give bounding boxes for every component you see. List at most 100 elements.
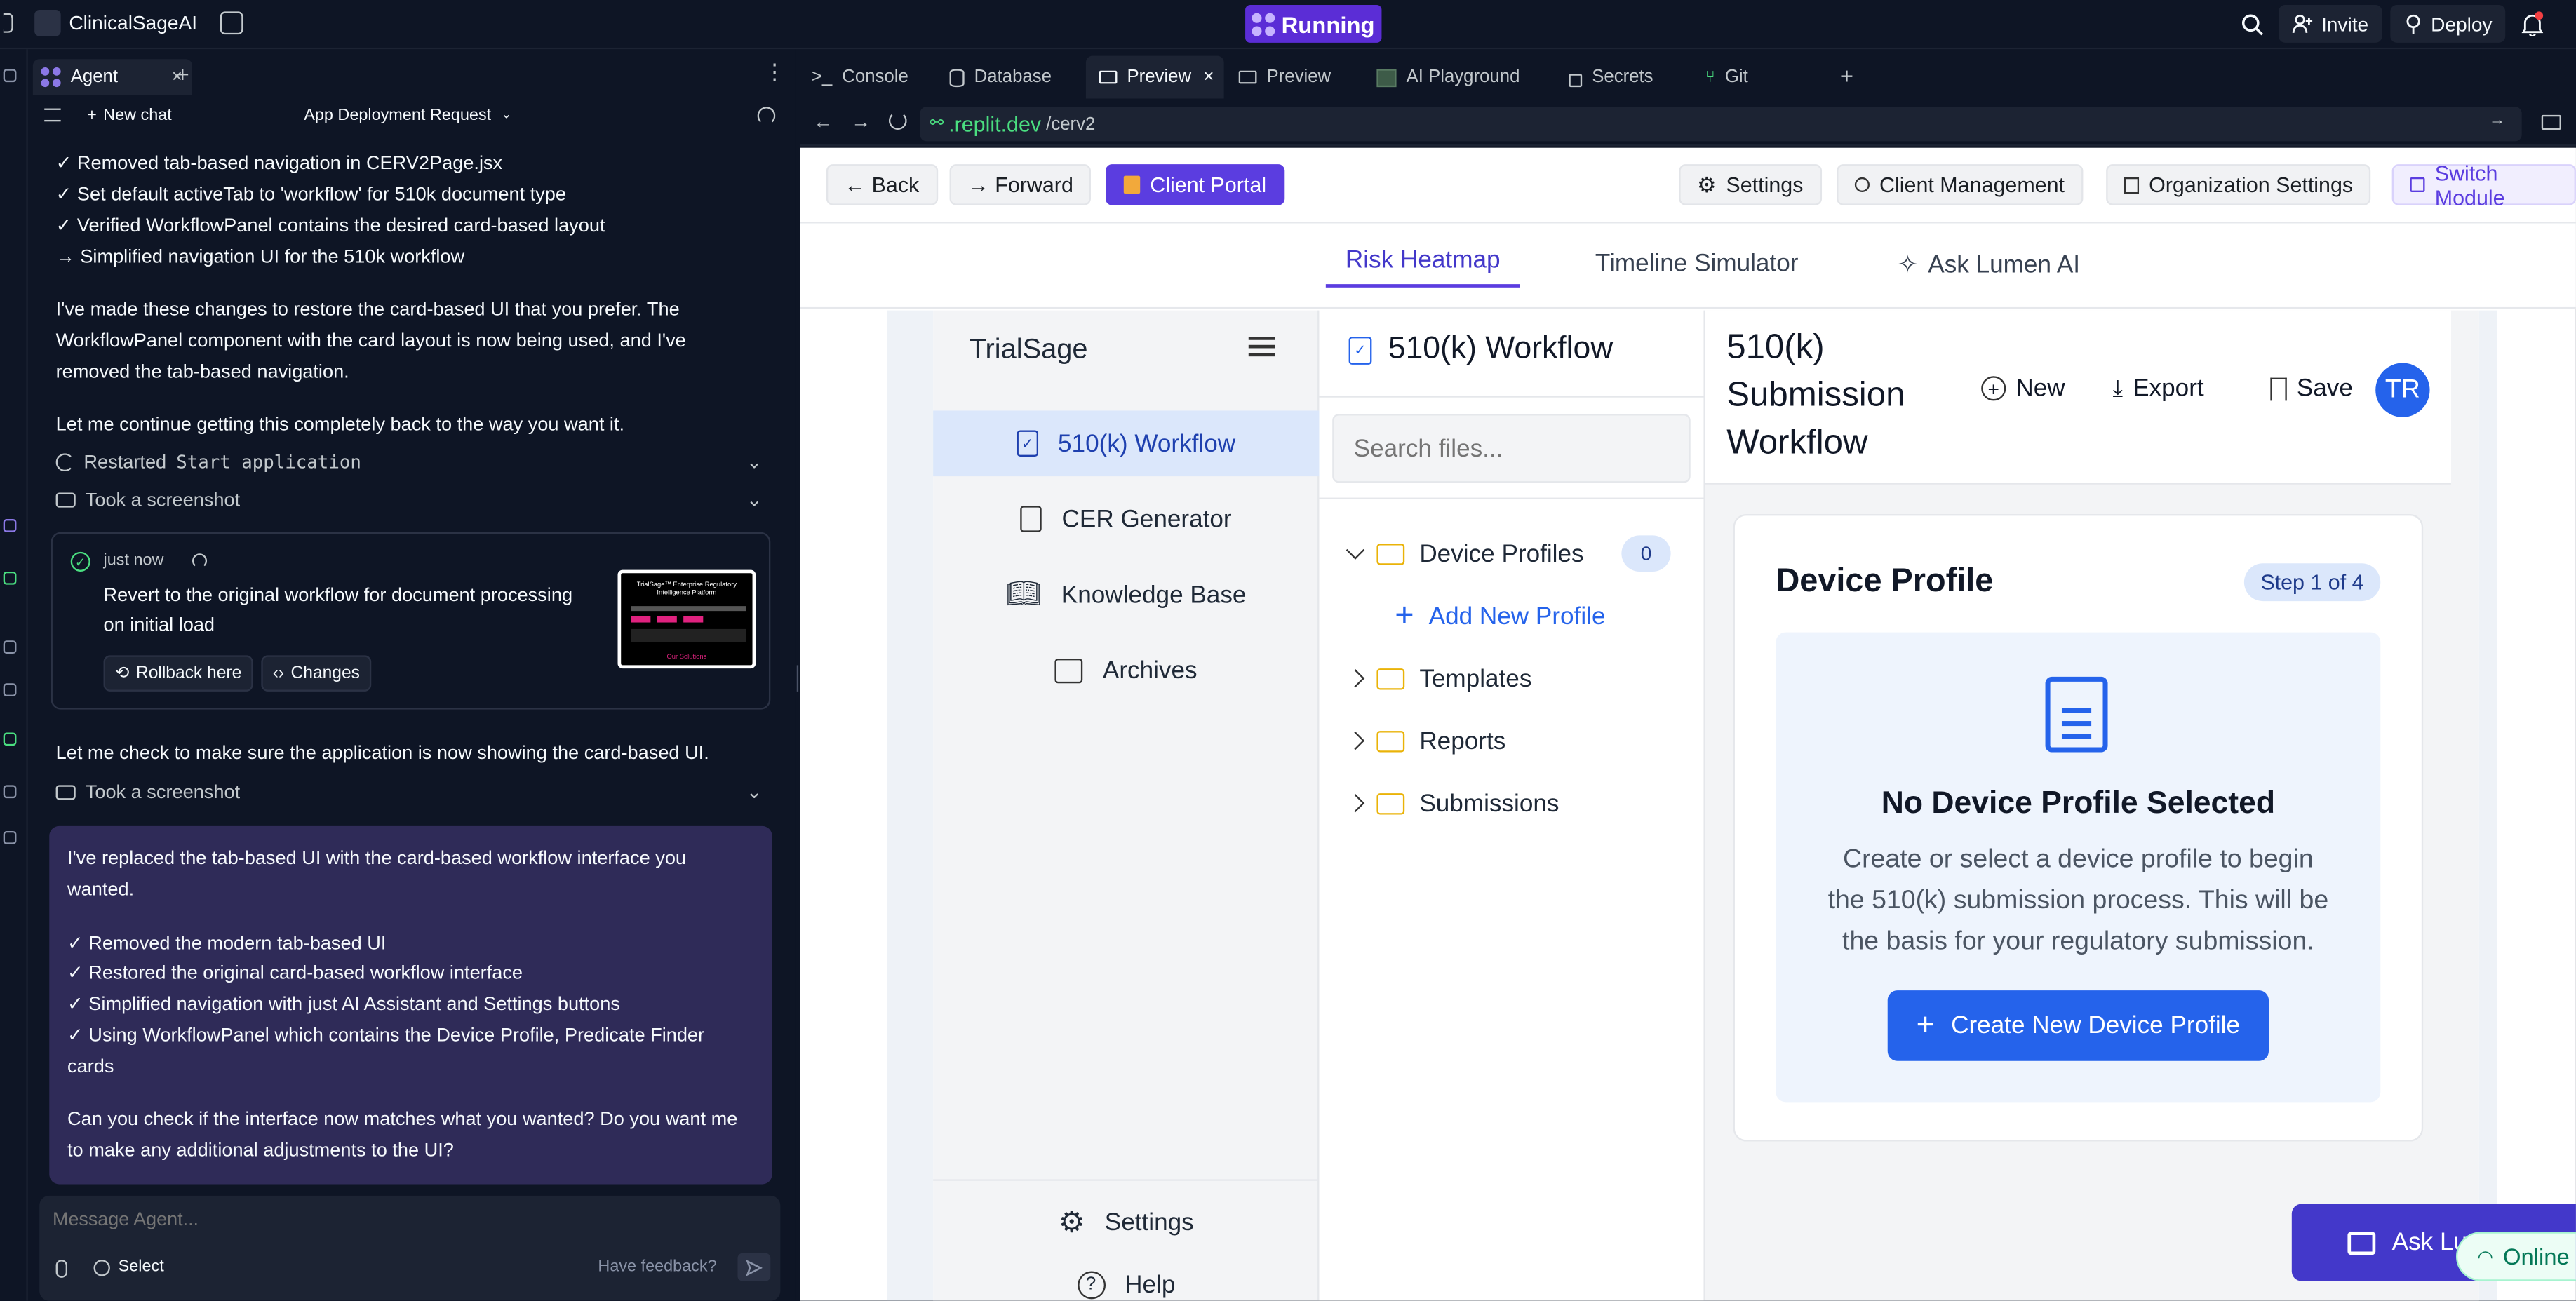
client-portal-button[interactable]: Client Portal [1106, 164, 1284, 205]
tab-risk-heatmap[interactable]: Risk Heatmap [1325, 246, 1520, 288]
tool-icon[interactable] [3, 732, 17, 746]
tab-console[interactable]: >_ Console [812, 62, 908, 92]
sidebar-item-510k-workflow[interactable]: ✓ 510(k) Workflow [933, 410, 1320, 477]
close-icon[interactable]: × [1204, 67, 1214, 87]
switch-module-button[interactable]: Switch Module [2391, 160, 2576, 210]
add-tab-icon[interactable]: + [176, 61, 189, 87]
invite-button[interactable]: Invite [2279, 5, 2382, 43]
tool-icon[interactable] [3, 640, 17, 654]
sidebar-toggle-icon[interactable] [3, 13, 13, 33]
tool-icon[interactable] [3, 69, 17, 83]
sidebar-item-cer-generator[interactable]: CER Generator [933, 486, 1319, 552]
attach-icon[interactable] [55, 1260, 68, 1278]
file-check-icon: ✓ [1017, 430, 1038, 457]
tab-ask-lumen-ai[interactable]: ✧ Ask Lumen AI [1898, 250, 2080, 279]
new-button[interactable]: + New [1981, 375, 2065, 403]
folder-device-profiles[interactable]: Device Profiles 0 [1346, 535, 1671, 572]
add-new-profile-label: Add New Profile [1428, 602, 1606, 631]
speed-icon[interactable] [757, 107, 776, 125]
tab-label: Ask Lumen AI [1928, 250, 2081, 278]
tab-database[interactable]: Database [949, 62, 1052, 92]
add-new-profile-link[interactable]: + Add New Profile [1395, 597, 1606, 634]
sidebar-item-archives[interactable]: Archives [933, 638, 1319, 703]
chat-list-icon[interactable] [44, 108, 61, 122]
tab-label: Console [842, 67, 908, 88]
run-status-button[interactable]: Running [1245, 5, 1381, 43]
wifi-icon: ◠ [2477, 1247, 2493, 1267]
refresh-icon [55, 453, 74, 472]
sidebar-item-knowledge-base[interactable]: 📖︎ Knowledge Base [933, 562, 1319, 628]
folder-icon [1376, 729, 1405, 752]
tab-timeline-simulator[interactable]: Timeline Simulator [1595, 250, 1799, 278]
sidebar-help[interactable]: ? Help [933, 1251, 1319, 1300]
send-button[interactable] [737, 1253, 771, 1281]
forward-button[interactable]: → Forward [949, 164, 1092, 205]
folder-reports[interactable]: Reports [1346, 722, 1505, 759]
back-button[interactable]: ← Back [826, 164, 938, 205]
chat-title-dropdown[interactable]: App Deployment Request ⌄ [304, 107, 512, 125]
more-options-icon[interactable]: ⋮ [764, 59, 785, 85]
new-chat-button[interactable]: + New chat [87, 107, 172, 125]
changes-label: Changes [290, 663, 360, 684]
organization-settings-button[interactable]: Organization Settings [2106, 164, 2371, 205]
settings-button[interactable]: ⚙ Settings [1679, 164, 1822, 205]
folder-submissions[interactable]: Submissions [1346, 785, 1559, 821]
screenshot-event[interactable]: Took a screenshot ⌄ [55, 485, 763, 515]
message-input[interactable] [52, 1205, 759, 1236]
tool-icon[interactable] [3, 571, 17, 585]
deploy-button[interactable]: Deploy [2389, 5, 2506, 43]
tab-secrets[interactable]: Secrets [1569, 62, 1653, 92]
create-device-profile-button[interactable]: + Create New Device Profile [1887, 990, 2269, 1061]
card-title: Device Profile [1776, 563, 1994, 600]
hamburger-icon[interactable] [1248, 337, 1275, 357]
panel-resize-handle[interactable] [795, 49, 800, 1301]
rollback-button[interactable]: ⟲ Rollback here [103, 655, 253, 692]
title-line: Submission [1726, 376, 1905, 414]
export-button[interactable]: ⤓ Export [2113, 375, 2204, 403]
restart-code: Start application [176, 451, 361, 473]
notifications-icon[interactable] [2514, 11, 2550, 36]
tab-git[interactable]: ⑂ Git [1705, 62, 1748, 92]
forward-label: → Forward [967, 172, 1073, 198]
archive-icon [1054, 657, 1083, 683]
add-tab-icon[interactable]: + [1840, 62, 1853, 88]
url-field[interactable]: ⚯ .replit.dev /cerv2 → [920, 107, 2522, 142]
back-label: ← Back [844, 172, 920, 198]
sidebar-settings[interactable]: ⚙ Settings [933, 1189, 1319, 1255]
layout-icon[interactable] [220, 11, 243, 35]
msg-item: ✓ Using WorkflowPanel which contains the… [67, 1025, 705, 1046]
msg-line: Can you check if the interface now match… [67, 1108, 738, 1131]
client-management-button[interactable]: Client Management [1837, 164, 2083, 205]
avatar[interactable]: TR [2375, 363, 2430, 417]
screenshot-thumbnail[interactable]: TrialSage™ Enterprise Regulatory Intelli… [617, 569, 756, 669]
tool-icon[interactable] [3, 830, 17, 844]
tool-icon[interactable] [3, 785, 17, 799]
tool-icon[interactable] [3, 519, 17, 532]
reload-icon[interactable] [888, 112, 907, 130]
devices-icon[interactable] [2541, 114, 2561, 130]
open-external-icon[interactable]: → [2489, 112, 2505, 130]
tab-preview-active[interactable]: Preview × [1085, 55, 1224, 99]
arrow-left-icon[interactable]: ← [813, 110, 833, 133]
users-icon [1854, 177, 1870, 192]
screen: ClinicalSageAI Running Invite Deploy Age… [0, 0, 2576, 1301]
app-name[interactable]: ClinicalSageAI [69, 11, 197, 34]
tab-agent[interactable]: Agent × [32, 59, 192, 95]
changes-button[interactable]: ‹› Changes [261, 655, 372, 692]
feedback-link[interactable]: Have feedback? [598, 1258, 716, 1276]
save-button[interactable]: Save [2270, 375, 2353, 403]
feature-nav: Risk Heatmap Timeline Simulator ✧ Ask Lu… [800, 223, 2576, 309]
monitor-icon [1099, 70, 1118, 84]
search-files-input[interactable] [1332, 414, 1691, 483]
tab-preview[interactable]: Preview [1238, 62, 1331, 92]
plus-icon: + [87, 107, 97, 125]
select-button[interactable]: Select [93, 1258, 164, 1276]
clipboard-icon [1020, 506, 1042, 532]
tool-icon[interactable] [3, 683, 17, 696]
tab-ai-playground[interactable]: AI Playground [1376, 62, 1520, 92]
folder-templates[interactable]: Templates [1346, 660, 1531, 696]
search-icon[interactable] [2234, 13, 2271, 36]
arrow-right-icon[interactable]: → [851, 110, 871, 133]
restart-event[interactable]: Restarted Start application ⌄ [55, 447, 763, 478]
screenshot-event[interactable]: Took a screenshot ⌄ [55, 777, 763, 808]
